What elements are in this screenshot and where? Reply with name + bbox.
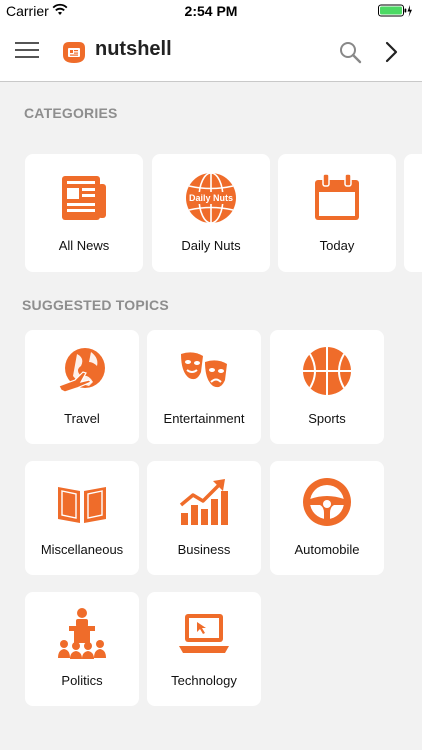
suggested-topics-heading: SUGGESTED TOPICS bbox=[22, 297, 169, 313]
theater-masks-icon bbox=[181, 352, 227, 388]
status-bar: Carrier 2:54 PM bbox=[0, 0, 422, 22]
topic-label: Entertainment bbox=[163, 411, 245, 426]
topic-card-travel[interactable]: Travel bbox=[25, 330, 139, 444]
category-card-partial[interactable] bbox=[404, 154, 422, 272]
category-label: Today bbox=[319, 238, 355, 253]
globe-airplane-icon bbox=[58, 348, 105, 393]
topic-label: Miscellaneous bbox=[40, 542, 124, 557]
laptop-icon bbox=[179, 614, 229, 653]
app-header: nutshell bbox=[0, 22, 422, 82]
topic-label: Business bbox=[177, 542, 231, 557]
search-icon[interactable] bbox=[336, 38, 364, 66]
newspaper-icon bbox=[62, 176, 106, 220]
category-card-daily-nuts[interactable]: Daily Nuts Daily Nuts bbox=[152, 154, 270, 272]
topic-card-miscellaneous[interactable]: Miscellaneous bbox=[25, 461, 139, 575]
topic-card-entertainment[interactable]: Entertainment bbox=[147, 330, 261, 444]
status-time: 2:54 PM bbox=[184, 3, 238, 19]
topic-card-technology[interactable]: Technology bbox=[147, 592, 261, 706]
podium-speaker-icon bbox=[58, 608, 106, 659]
basketball-icon bbox=[303, 347, 351, 395]
topic-label: Technology bbox=[171, 673, 237, 688]
chevron-right-icon[interactable] bbox=[380, 38, 404, 66]
nutshell-logo-icon bbox=[63, 42, 85, 63]
categories-heading: CATEGORIES bbox=[24, 105, 118, 121]
topic-label: Travel bbox=[64, 411, 100, 426]
growth-chart-icon bbox=[179, 479, 228, 525]
steering-wheel-icon bbox=[303, 478, 351, 526]
topic-card-automobile[interactable]: Automobile bbox=[270, 461, 384, 575]
hamburger-icon[interactable] bbox=[12, 38, 42, 62]
battery-icon bbox=[378, 4, 412, 17]
topic-label: Automobile bbox=[294, 542, 360, 557]
category-label: Daily Nuts bbox=[181, 238, 241, 253]
daily-nuts-icon-text: Daily Nuts bbox=[189, 193, 233, 203]
daily-nuts-globe-icon: Daily Nuts bbox=[186, 172, 236, 224]
topic-card-business[interactable]: Business bbox=[147, 461, 261, 575]
topic-label: Sports bbox=[308, 411, 346, 426]
category-label: All News bbox=[58, 238, 110, 253]
topic-card-sports[interactable]: Sports bbox=[270, 330, 384, 444]
category-card-all-news[interactable]: All News bbox=[25, 154, 143, 272]
calendar-icon bbox=[315, 173, 359, 220]
open-book-icon bbox=[58, 487, 106, 523]
topic-card-politics[interactable]: Politics bbox=[25, 592, 139, 706]
brand-name: nutshell bbox=[95, 38, 172, 60]
topic-label: Politics bbox=[61, 673, 103, 688]
category-card-today[interactable]: Today bbox=[278, 154, 396, 272]
